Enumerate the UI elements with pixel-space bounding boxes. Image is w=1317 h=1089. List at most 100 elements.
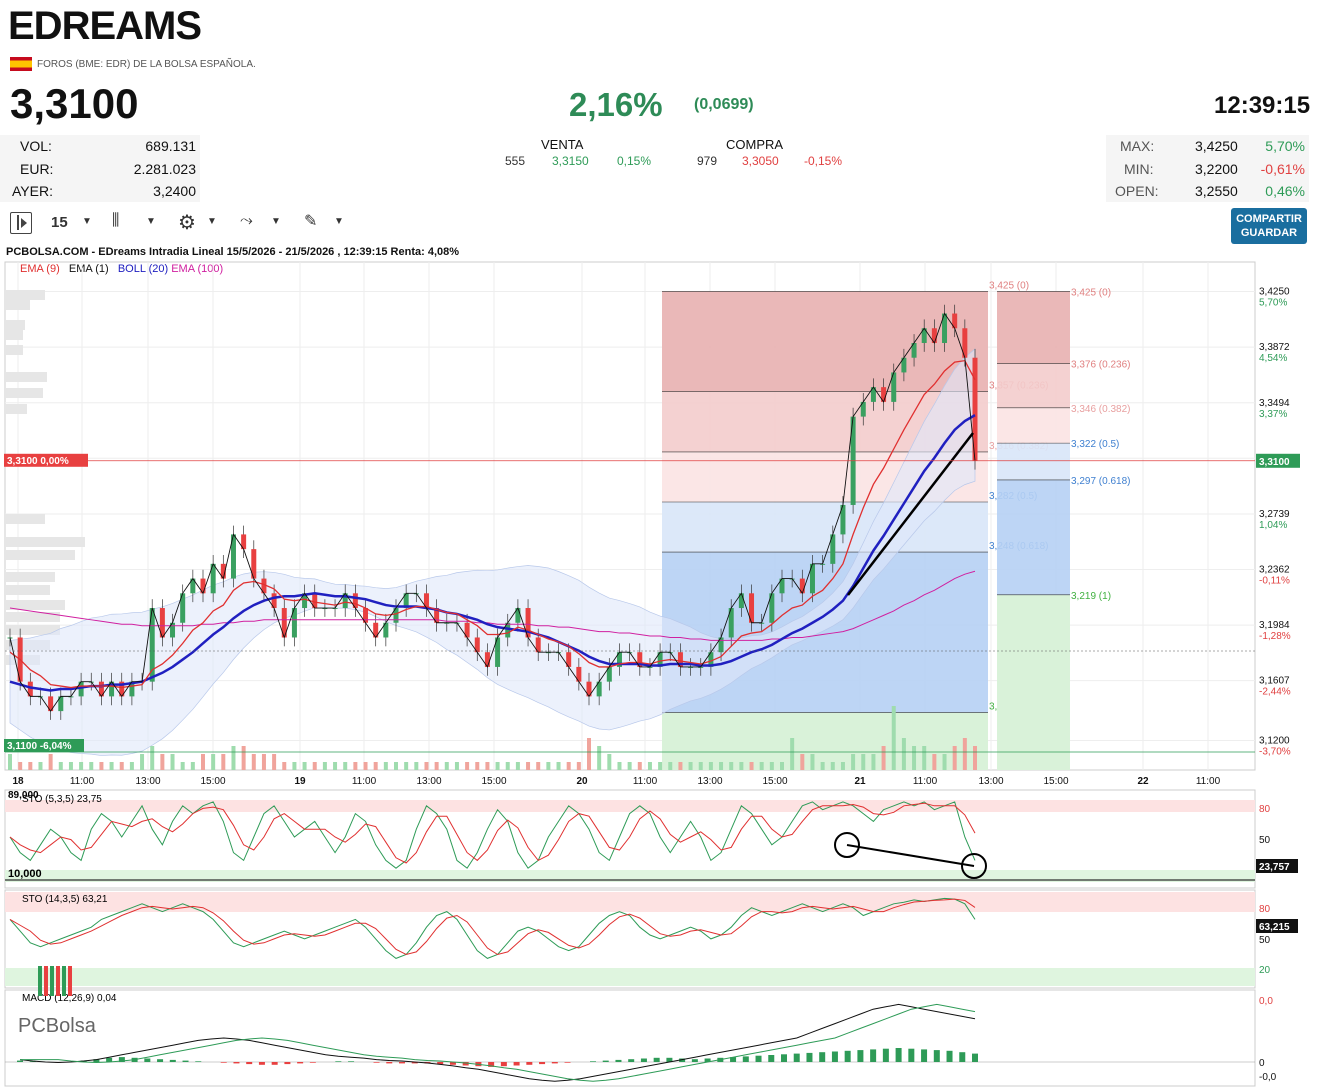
volume-bar — [343, 762, 348, 770]
sto1-divergence-line — [846, 844, 975, 867]
macd-hist-bar — [806, 1052, 813, 1062]
ayer-label: AYER: — [12, 183, 53, 199]
volume-bar — [678, 762, 683, 770]
macd-hist-bar — [309, 1062, 316, 1063]
macd-hist-bar — [870, 1049, 877, 1062]
volume-bar — [688, 762, 693, 770]
volume-bar — [526, 762, 531, 770]
chart-type-chevron-down-icon[interactable]: ▼ — [146, 216, 156, 227]
volume-profile-bar — [5, 372, 47, 382]
y-tick-pct: 4,54% — [1259, 353, 1287, 364]
price-chart[interactable]: 3,42505,70%3,38724,54%3,34943,37%3,31173… — [0, 258, 1317, 1089]
y-tick-label: 3,3872 — [1259, 342, 1290, 353]
sto2-tick: 80 — [1259, 904, 1271, 915]
open-value: 3,2550 — [1195, 183, 1238, 199]
volume-bar — [38, 762, 43, 770]
low-price-tag-text: 3,1100 -6,04% — [7, 741, 72, 752]
volume-bar — [891, 706, 896, 770]
macd-hist-bar — [17, 1060, 23, 1062]
volume-bar — [201, 754, 205, 770]
macd-hist-bar — [742, 1056, 749, 1062]
left-stats-panel: VOL: 689.131 EUR: 2.281.023 AYER: 3,2400 — [0, 135, 200, 202]
volume-bar — [942, 754, 947, 770]
volume-bar — [861, 754, 866, 770]
volume-bar — [353, 762, 358, 770]
volume-bar — [48, 754, 53, 770]
stock-title: EDREAMS — [8, 4, 202, 48]
y-tick-label: 3,2739 — [1259, 509, 1290, 520]
macd-hist-bar — [691, 1059, 698, 1062]
indicators-chevron-down-icon[interactable]: ▼ — [271, 216, 281, 227]
volume-bar — [912, 746, 917, 770]
pencil-icon[interactable]: ✎ — [304, 211, 317, 231]
volume-bar — [790, 738, 795, 770]
volume-bar — [404, 762, 409, 770]
y-tick-label: 3,1200 — [1259, 736, 1290, 747]
volume-bar — [18, 762, 23, 770]
macd-hist-bar — [755, 1055, 762, 1062]
volume-bar — [932, 754, 937, 770]
volume-bar — [231, 746, 236, 770]
volume-bar — [79, 762, 84, 770]
indicators-icon[interactable]: ⤳ — [240, 212, 253, 230]
x-tick-label: 11:00 — [352, 776, 377, 787]
macd-line — [19, 1003, 976, 1082]
sidebar-toggle-icon[interactable] — [10, 212, 32, 234]
volume-bar — [485, 762, 490, 770]
macd-hist-bar — [335, 1061, 342, 1062]
interval-select[interactable]: 15 — [51, 214, 68, 231]
macd-hist-bar — [921, 1049, 928, 1062]
sto1-overbought-zone — [5, 800, 1255, 812]
logo-candle-icon — [38, 966, 42, 996]
y-tick-pct: -2,44% — [1259, 687, 1291, 698]
sto2-tick: 20 — [1259, 965, 1271, 976]
current-price: 3,3100 — [10, 80, 139, 127]
save-label: GUARDAR — [1240, 227, 1298, 239]
volume-bar — [708, 762, 713, 770]
volume-bar — [180, 762, 185, 770]
volume-bar — [454, 762, 459, 770]
volume-bar — [68, 762, 73, 770]
current-price-tag-left-text: 3,3100 0,00% — [7, 456, 69, 467]
volume-bar — [515, 762, 520, 770]
volume-bar — [241, 746, 246, 770]
fib-label-right: 3,425 (0) — [1071, 287, 1111, 298]
volume-bar — [414, 762, 419, 770]
volume-bar — [292, 762, 297, 770]
macd-hist-bar — [640, 1058, 647, 1062]
volume-bar — [668, 762, 673, 770]
macd-hist-bar — [972, 1053, 978, 1062]
stock-subtitle: FOROS (BME: EDR) DE LA BOLSA ESPAÑOLA. — [37, 59, 256, 70]
fib-zone-right — [997, 443, 1070, 480]
volume-bar — [719, 762, 724, 770]
volume-bar — [952, 746, 957, 770]
macd-hist-bar — [157, 1059, 164, 1062]
volume-bar — [251, 754, 256, 770]
x-tick-label: 15:00 — [200, 776, 225, 787]
macd-hist-bar — [564, 1062, 571, 1063]
volume-bar — [749, 762, 754, 770]
ayer-value: 3,2400 — [153, 183, 196, 199]
sto1-zone-label: 10,000 — [8, 868, 42, 880]
volume-bar — [282, 762, 287, 770]
vol-label: VOL: — [20, 138, 52, 154]
drawing-chevron-down-icon[interactable]: ▼ — [334, 216, 344, 227]
eur-value: 2.281.023 — [133, 161, 196, 177]
volume-bar — [383, 762, 388, 770]
x-tick-label: 15:00 — [762, 776, 787, 787]
gear-icon[interactable]: ⚙ — [178, 210, 196, 235]
x-tick-label: 18 — [12, 776, 24, 787]
macd-hist-bar — [844, 1050, 851, 1062]
fib-label-right: 3,219 (1) — [1071, 591, 1111, 602]
volume-bar — [99, 762, 104, 770]
x-tick-label: 13:00 — [978, 776, 1003, 787]
compra-qty: 979 — [697, 154, 718, 168]
settings-chevron-down-icon[interactable]: ▼ — [207, 216, 217, 227]
candlestick-icon[interactable]: ⫼ — [112, 212, 119, 230]
share-save-button[interactable]: COMPARTIR GUARDAR — [1231, 208, 1307, 244]
volume-bar — [261, 754, 266, 770]
sto2-value-text: 63,215 — [1259, 922, 1290, 933]
compra-label: COMPRA — [726, 137, 784, 152]
macd-hist-bar — [386, 1062, 393, 1064]
interval-chevron-down-icon[interactable]: ▼ — [82, 216, 92, 227]
